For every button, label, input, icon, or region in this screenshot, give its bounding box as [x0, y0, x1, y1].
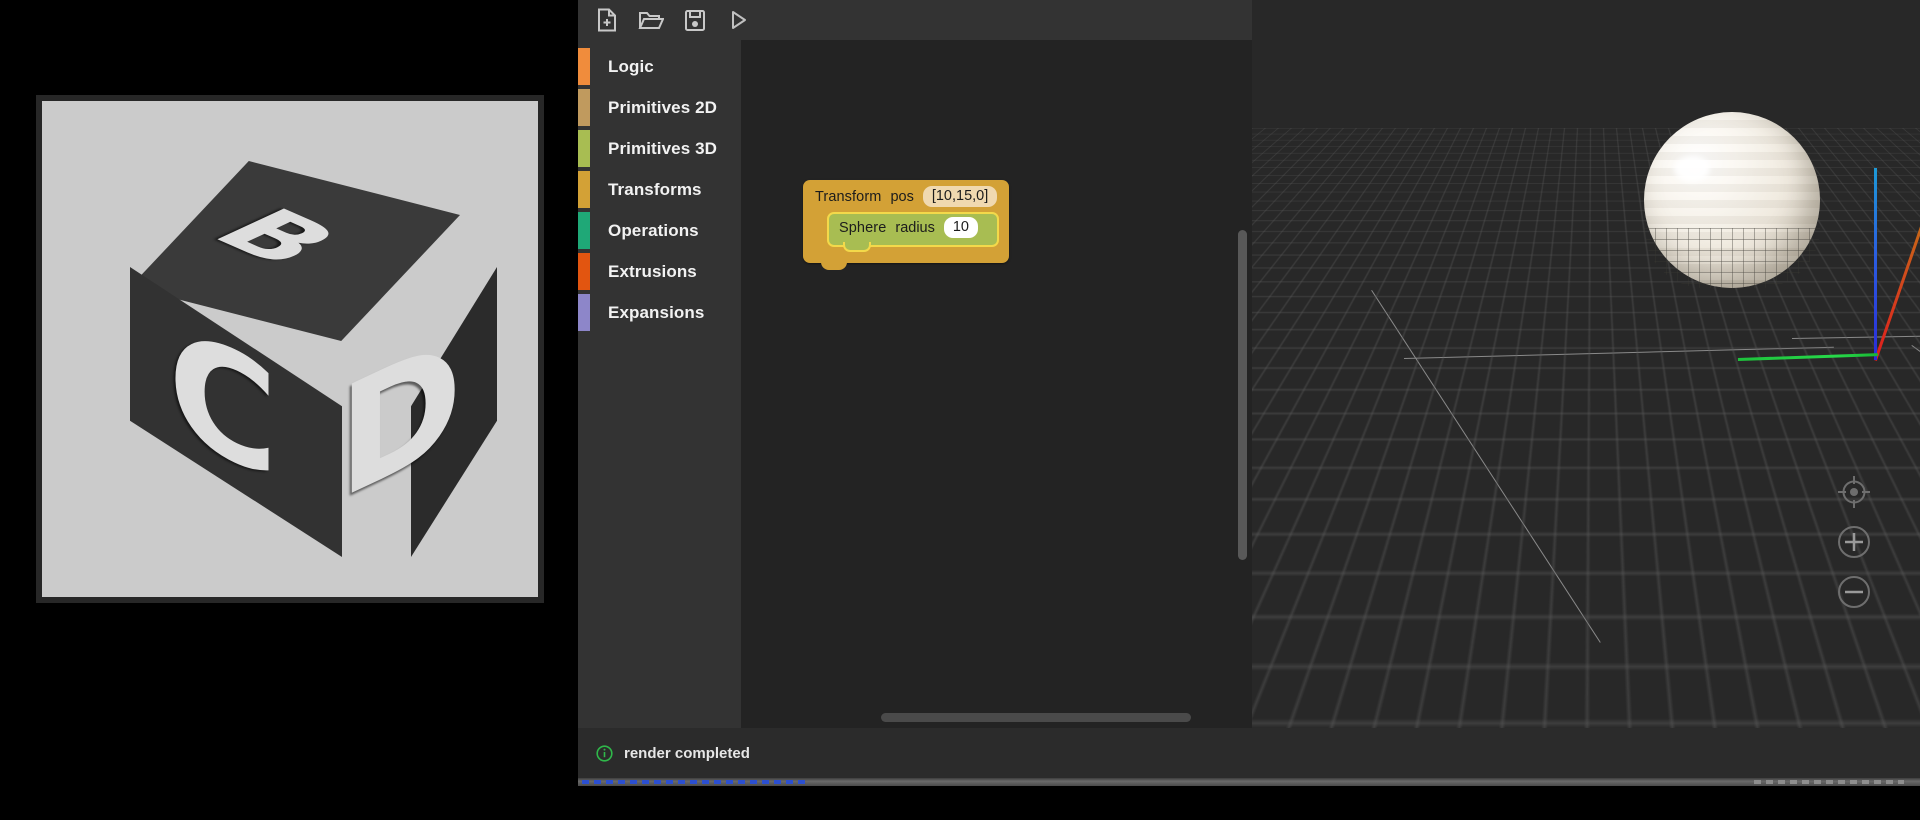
center-view-button[interactable] [1836, 474, 1872, 510]
category-color-swatch [578, 89, 590, 126]
z-axis [1874, 168, 1877, 360]
sphere-block-title: Sphere [839, 219, 887, 236]
taskbar-dashes-left [582, 780, 810, 784]
toolbar [578, 0, 1252, 40]
sidebar-item-expansions[interactable]: Expansions [578, 292, 741, 333]
status-message: render completed [624, 744, 750, 762]
sidebar-item-label: Expansions [608, 302, 705, 322]
category-color-swatch [578, 130, 590, 167]
pos-field-label: pos [890, 188, 914, 205]
category-color-swatch [578, 48, 590, 85]
sphere-specular-highlight [1673, 156, 1710, 182]
new-file-icon [598, 8, 616, 32]
scrollbar-thumb[interactable] [881, 713, 1191, 722]
new-file-button[interactable] [594, 7, 620, 33]
transform-block-title: Transform [815, 188, 882, 205]
sidebar-item-primitives-2d[interactable]: Primitives 2D [578, 87, 741, 128]
open-folder-icon [638, 12, 664, 29]
open-file-button[interactable] [638, 7, 664, 33]
cube-letter-left: C [168, 291, 279, 517]
category-color-swatch [578, 212, 590, 249]
radius-field-value[interactable]: 10 [943, 217, 978, 239]
sidebar-item-label: Extrusions [608, 261, 697, 281]
crosshair-icon [1838, 476, 1870, 508]
radius-field-label: radius [895, 219, 935, 236]
sidebar-item-transforms[interactable]: Transforms [578, 169, 741, 210]
info-circle-icon [596, 744, 613, 762]
application-window: Logic Primitives 2D Primitives 3D Transf… [578, 0, 1920, 778]
canvas-vertical-scrollbar[interactable] [1238, 230, 1249, 560]
block-canvas[interactable]: Transform pos [10,15,0] Sphere radius 10 [741, 40, 1252, 728]
save-file-button[interactable] [682, 7, 708, 33]
zoom-in-button[interactable] [1836, 524, 1872, 560]
status-bar: render completed [578, 728, 1920, 778]
preview-cube: B C D [90, 139, 497, 559]
pos-field-value[interactable]: [10,15,0] [922, 186, 998, 208]
run-button[interactable] [726, 7, 752, 33]
zoom-out-button[interactable] [1836, 574, 1872, 610]
sidebar-item-label: Operations [608, 220, 699, 240]
canvas-horizontal-scrollbar[interactable] [881, 713, 1191, 724]
category-sidebar: Logic Primitives 2D Primitives 3D Transf… [578, 40, 741, 728]
viewport-controls [1836, 474, 1872, 610]
sidebar-item-logic[interactable]: Logic [578, 46, 741, 87]
minus-circle-icon [1838, 576, 1870, 608]
plus-circle-icon [1838, 526, 1870, 558]
taskbar-dashes-right [1754, 780, 1904, 784]
sidebar-item-label: Primitives 2D [608, 97, 718, 117]
render-preview-panel: B C D [36, 95, 544, 603]
viewport-grid-floor [1252, 0, 1920, 128]
sidebar-item-primitives-3d[interactable]: Primitives 3D [578, 128, 741, 169]
transform-block-header: Transform pos [10,15,0] [809, 185, 1003, 211]
category-color-swatch [578, 171, 590, 208]
sidebar-item-label: Transforms [608, 179, 702, 199]
3d-viewport[interactable] [1252, 0, 1920, 728]
sphere-block-header: Sphere radius 10 [833, 216, 991, 242]
sidebar-item-label: Logic [608, 56, 654, 76]
app-root: B C D Logic Primitives 2D Primitives 3D … [0, 0, 1920, 820]
sphere-block[interactable]: Sphere radius 10 [827, 212, 999, 253]
sidebar-item-operations[interactable]: Operations [578, 210, 741, 251]
sidebar-item-extrusions[interactable]: Extrusions [578, 251, 741, 292]
play-icon [732, 11, 746, 29]
os-taskbar-strip [578, 778, 1920, 786]
save-disk-icon [685, 9, 705, 31]
category-color-swatch [578, 253, 590, 290]
sidebar-item-label: Primitives 3D [608, 138, 718, 158]
category-color-swatch [578, 294, 590, 331]
sphere-mesh[interactable] [1644, 112, 1820, 288]
transform-block[interactable]: Transform pos [10,15,0] Sphere radius 10 [803, 180, 1009, 271]
scrollbar-thumb[interactable] [1238, 230, 1247, 560]
render-preview-image: B C D [42, 101, 538, 597]
